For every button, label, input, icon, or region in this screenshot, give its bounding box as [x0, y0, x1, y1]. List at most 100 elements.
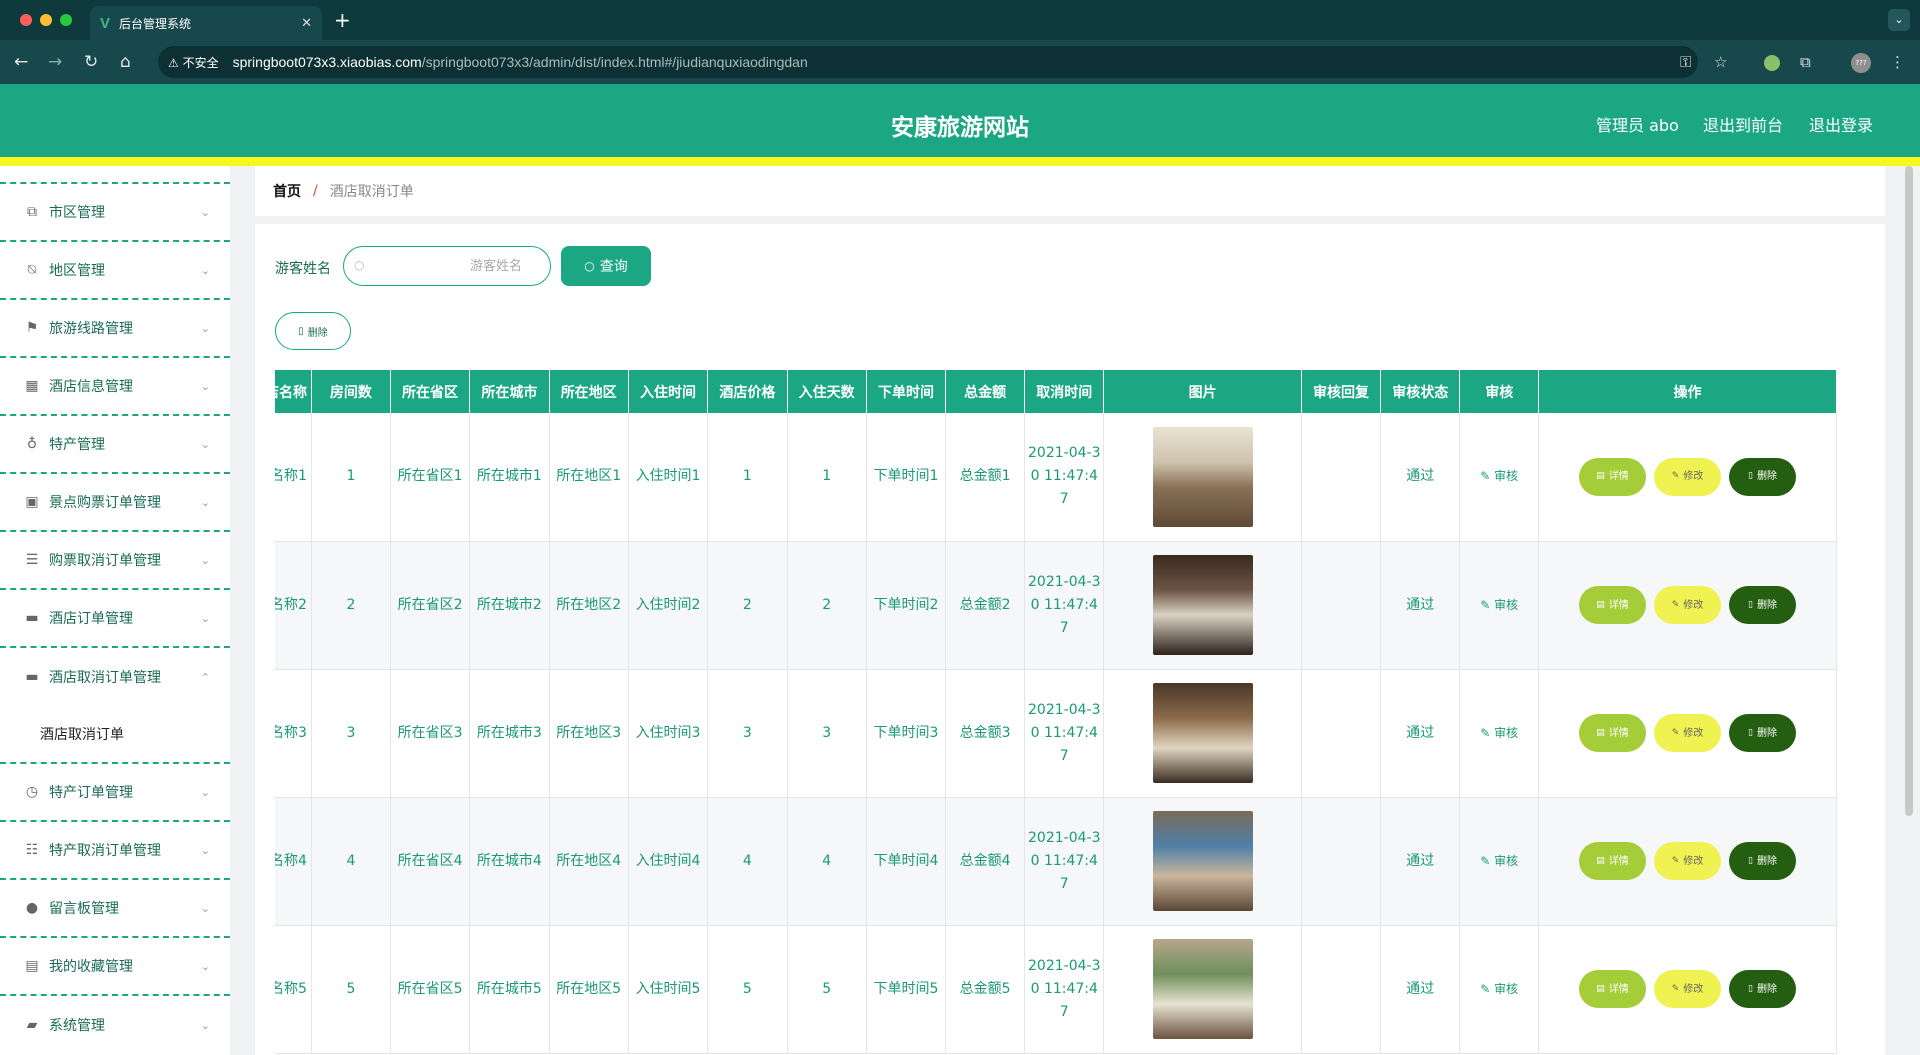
delete-button[interactable]: ▯ 删除	[1728, 586, 1796, 624]
edit-button[interactable]: ✎ 修改	[1653, 970, 1721, 1008]
breadcrumb-separator: /	[313, 183, 318, 199]
bulk-delete-button[interactable]: ▯ 删除	[275, 312, 351, 350]
audit-label: 审核	[1494, 469, 1519, 484]
price-cell: 1	[707, 413, 788, 542]
query-button[interactable]: ○ 查询	[561, 246, 651, 286]
rooms-cell: 4	[311, 797, 391, 926]
extension-icon[interactable]	[1764, 55, 1780, 71]
sidebar-item-label: 旅游线路管理	[49, 321, 133, 337]
browser-tab-bar: V 后台管理系统 ✕ + ⌄	[0, 0, 1920, 40]
chevron-down-icon: ⌄	[200, 901, 210, 915]
days-cell: 2	[787, 541, 867, 670]
insecure-warning[interactable]: ⚠ 不安全	[168, 54, 219, 71]
delete-button[interactable]: ▯ 删除	[1728, 842, 1796, 880]
sidebar-item-favorites[interactable]: ▤ 我的收藏管理 ⌄	[0, 938, 230, 996]
sidebar-item-hotel-info[interactable]: ▦ 酒店信息管理 ⌄	[0, 358, 230, 416]
exit-to-front-link[interactable]: 退出到前台	[1703, 112, 1783, 136]
extensions-icon[interactable]: ⧉	[1800, 53, 1811, 71]
reply-cell	[1301, 925, 1382, 1054]
col-header: 酒店价格	[707, 370, 788, 413]
hotel-name-cell: 店名称5	[275, 925, 312, 1054]
audit-link[interactable]: ✎ 审核	[1480, 469, 1518, 483]
tab-menu-chevron-icon[interactable]: ⌄	[1888, 9, 1910, 31]
delete-button[interactable]: ▯ 删除	[1728, 714, 1796, 752]
edit-button[interactable]: ✎ 修改	[1653, 842, 1721, 880]
delete-label: 删除	[1756, 983, 1777, 995]
sidebar-item-message-board[interactable]: ● 留言板管理 ⌄	[0, 880, 230, 938]
maximize-window-button[interactable]	[60, 14, 72, 26]
edit-button[interactable]: ✎ 修改	[1653, 586, 1721, 624]
more-menu-icon[interactable]: ⋮	[1890, 53, 1905, 71]
sidebar-item-hotel-orders[interactable]: ▬ 酒店订单管理 ⌄	[0, 590, 230, 648]
sidebar-item-specialty-cancel[interactable]: ☷ 特产取消订单管理 ⌄	[0, 822, 230, 880]
back-arrow-icon[interactable]: ←	[14, 52, 28, 72]
sidebar-item-city[interactable]: ⧉ 市区管理 ⌄	[0, 184, 230, 242]
logout-link[interactable]: 退出登录	[1809, 112, 1873, 136]
star-icon[interactable]: ☆	[1714, 53, 1727, 71]
row-actions: ▤ 详情 ✎ 修改 ▯ 删除	[1543, 586, 1832, 624]
insecure-label: 不安全	[182, 55, 219, 70]
col-header: 入住时间	[628, 370, 709, 413]
audit-link[interactable]: ✎ 审核	[1480, 982, 1518, 996]
key-icon[interactable]: ⚿	[1680, 53, 1691, 71]
sidebar-item-hidden[interactable]: ▪	[0, 166, 230, 184]
audit-link[interactable]: ✎ 审核	[1480, 854, 1518, 868]
row-actions: ▤ 详情 ✎ 修改 ▯ 删除	[1543, 457, 1832, 496]
col-header: 图片	[1103, 370, 1302, 413]
search-field[interactable]: ○	[343, 246, 551, 286]
audit-link[interactable]: ✎ 审核	[1480, 726, 1518, 740]
content-panel: 游客姓名 ○ ○ 查询 ▯ 删除 店名称 房间数 所在省区	[255, 224, 1885, 1055]
total-cell: 总金额3	[945, 669, 1026, 798]
page-scrollbar[interactable]	[1905, 166, 1913, 816]
reload-icon[interactable]: ↻	[84, 52, 98, 72]
breadcrumb-home[interactable]: 首页	[273, 181, 301, 201]
sidebar-item-hotel-cancel[interactable]: ▬ 酒店取消订单管理 ⌃	[0, 648, 230, 706]
col-header: 所在城市	[469, 370, 550, 413]
days-cell: 5	[787, 925, 867, 1054]
edit-button[interactable]: ✎ 修改	[1653, 457, 1721, 496]
minimize-window-button[interactable]	[40, 14, 52, 26]
detail-button[interactable]: ▤ 详情	[1578, 714, 1646, 752]
rooms-cell: 5	[311, 925, 391, 1054]
browser-tab[interactable]: V 后台管理系统 ✕	[90, 6, 322, 40]
row-actions: ▤ 详情 ✎ 修改 ▯ 删除	[1543, 842, 1832, 880]
chevron-down-icon: ⌄	[200, 437, 210, 451]
sidebar-item-specialty-orders[interactable]: ◷ 特产订单管理 ⌄	[0, 764, 230, 822]
edit-pen-icon: ✎	[1480, 469, 1495, 484]
tab-close-icon[interactable]: ✕	[301, 16, 312, 31]
edit-label: 修改	[1683, 855, 1704, 867]
image-cell	[1103, 413, 1302, 542]
col-header: 房间数	[311, 370, 391, 413]
sidebar-item-label: 市区管理	[49, 205, 105, 221]
profile-avatar[interactable]: ???	[1851, 53, 1871, 73]
status-cell: 通过	[1380, 797, 1461, 926]
detail-button[interactable]: ▤ 详情	[1578, 457, 1646, 496]
sidebar-item-system[interactable]: ▰ 系统管理 ⌄	[0, 996, 230, 1054]
audit-cell: ✎ 审核	[1459, 797, 1539, 926]
detail-button[interactable]: ▤ 详情	[1578, 970, 1646, 1008]
detail-button[interactable]: ▤ 详情	[1578, 842, 1646, 880]
ticket-icon: ▰	[26, 1017, 38, 1033]
new-tab-button[interactable]: +	[334, 8, 351, 32]
edit-pen-icon: ✎	[1480, 853, 1495, 868]
forward-arrow-icon[interactable]: →	[48, 52, 62, 72]
close-window-button[interactable]	[20, 14, 32, 26]
status-cell: 通过	[1380, 541, 1461, 670]
audit-link[interactable]: ✎ 审核	[1480, 598, 1518, 612]
clipboard-icon: ▤	[25, 958, 39, 974]
delete-button[interactable]: ▯ 删除	[1728, 457, 1796, 496]
edit-button[interactable]: ✎ 修改	[1653, 714, 1721, 752]
sidebar-item-routes[interactable]: ⚑ 旅游线路管理 ⌄	[0, 300, 230, 358]
sidebar-item-ticket-cancel[interactable]: ☰ 购票取消订单管理 ⌄	[0, 532, 230, 590]
sidebar-item-ticket-orders[interactable]: ▣ 景点购票订单管理 ⌄	[0, 474, 230, 532]
checkin-cell: 入住时间5	[628, 925, 709, 1054]
sidebar-item-district[interactable]: ⍉ 地区管理 ⌄	[0, 242, 230, 300]
search-input[interactable]	[372, 247, 542, 285]
delete-button[interactable]: ▯ 删除	[1728, 970, 1796, 1008]
edit-pen-icon: ✎	[1480, 725, 1495, 740]
detail-button[interactable]: ▤ 详情	[1578, 586, 1646, 624]
sidebar-subitem-hotel-cancel-orders[interactable]: 酒店取消订单	[0, 706, 230, 764]
sidebar-item-specialty[interactable]: ♁ 特产管理 ⌄	[0, 416, 230, 474]
home-icon[interactable]: ⌂	[120, 52, 131, 72]
url-bar[interactable]: ⚠ 不安全 springboot073x3.xiaobias.com/sprin…	[158, 46, 1698, 78]
